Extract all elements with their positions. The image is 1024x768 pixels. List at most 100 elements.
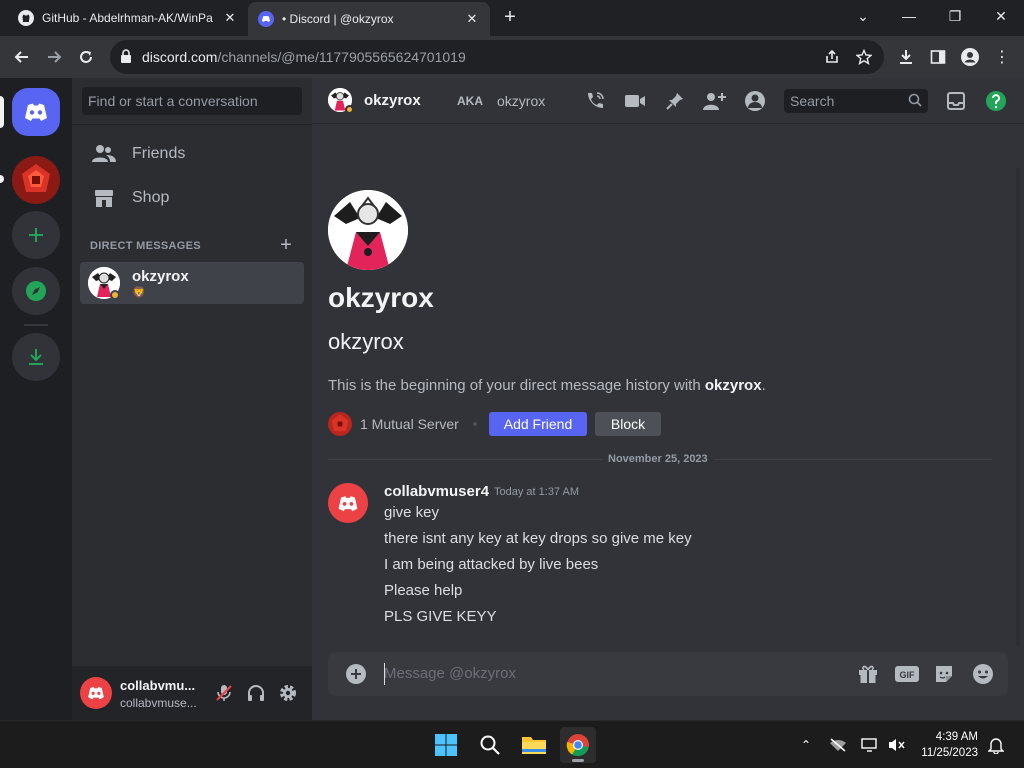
github-icon: [18, 10, 34, 26]
bookmark-star-icon[interactable]: [852, 45, 876, 69]
settings-gear-icon[interactable]: [276, 681, 300, 705]
tab-search-icon[interactable]: ⌄: [840, 0, 886, 32]
nav-friends[interactable]: Friends: [80, 133, 304, 175]
menu-kebab-icon[interactable]: ⋮: [988, 43, 1016, 71]
dm-status-emoji: 🦁: [132, 287, 146, 299]
system-clock[interactable]: 4:39 AM 11/25/2023: [916, 729, 978, 761]
pinned-messages-icon[interactable]: [663, 89, 687, 113]
download-apps-button[interactable]: [12, 333, 60, 381]
explore-servers-button[interactable]: [12, 267, 60, 315]
start-button[interactable]: [428, 727, 464, 763]
minimize-button[interactable]: —: [886, 0, 932, 32]
direct-messages-heading: DIRECT MESSAGES: [90, 240, 201, 252]
folder-icon: [522, 737, 546, 754]
close-tab-icon[interactable]: ✕: [222, 10, 238, 26]
new-tab-button[interactable]: +: [498, 6, 522, 30]
message-timestamp: Today at 1:37 AM: [494, 486, 579, 498]
compass-icon: [26, 281, 46, 301]
sticker-icon[interactable]: [932, 662, 956, 686]
tab-discord[interactable]: • Discord | @okzyrox ✕: [248, 2, 490, 36]
search-icon: [908, 93, 922, 110]
intro-text: This is the beginning of your direct mes…: [328, 377, 705, 394]
idle-status-icon: [110, 290, 120, 300]
chrome-icon: [566, 734, 589, 757]
emoji-icon[interactable]: [971, 662, 995, 686]
message-input[interactable]: Message @okzyrox: [384, 665, 516, 682]
intro-end: .: [761, 377, 766, 394]
create-dm-button[interactable]: +: [277, 235, 295, 255]
inbox-icon[interactable]: [944, 89, 968, 113]
download-icon: [29, 349, 43, 365]
search-icon: [480, 735, 500, 755]
user-profile-icon[interactable]: [743, 89, 767, 113]
video-call-icon[interactable]: [623, 89, 647, 113]
server-rail: [0, 78, 72, 720]
close-tab-icon[interactable]: ✕: [464, 11, 480, 27]
dm-name: okzyrox: [132, 268, 189, 285]
reload-button[interactable]: [72, 43, 100, 71]
home-button[interactable]: [12, 88, 60, 136]
file-explorer-button[interactable]: [516, 727, 552, 763]
back-button[interactable]: [8, 43, 36, 71]
url-text: discord.com/channels/@me/117790556562470…: [142, 49, 466, 65]
forward-button[interactable]: [40, 43, 68, 71]
address-bar[interactable]: discord.com/channels/@me/117790556562470…: [110, 40, 884, 74]
shop-icon: [92, 186, 116, 210]
restore-button[interactable]: ❐: [932, 0, 978, 32]
mute-mic-icon[interactable]: [212, 681, 236, 705]
svg-text:GIF: GIF: [900, 670, 916, 680]
show-hidden-icons-chevron[interactable]: ⌃: [796, 735, 816, 755]
mutual-servers-link[interactable]: 1 Mutual Server: [328, 412, 491, 436]
search-input[interactable]: Search: [784, 89, 928, 113]
notification-bell-icon[interactable]: [986, 735, 1006, 755]
chat-scrollbar[interactable]: [1016, 168, 1020, 646]
gift-icon[interactable]: [856, 662, 880, 686]
headphones-icon[interactable]: [244, 681, 268, 705]
gif-icon[interactable]: GIF: [894, 662, 920, 686]
upload-plus-icon[interactable]: [344, 662, 368, 686]
windows-logo-icon: [435, 734, 457, 756]
volume-muted-icon[interactable]: [886, 735, 906, 755]
lock-icon[interactable]: [120, 49, 132, 68]
side-panel-icon[interactable]: [924, 43, 952, 71]
chrome-taskbar-button[interactable]: [560, 727, 596, 763]
intro-name: okzyrox: [704, 377, 762, 394]
rail-separator: [24, 324, 48, 326]
find-conversation-input[interactable]: Find or start a conversation: [82, 87, 302, 115]
nav-label: Shop: [132, 189, 170, 206]
message-line: give key: [384, 504, 440, 521]
tab-github[interactable]: GitHub - Abdelrhman-AK/WinPa ✕: [8, 0, 248, 36]
dm-intro-text: This is the beginning of your direct mes…: [328, 377, 766, 394]
message-line: Please help: [384, 582, 463, 599]
dm-item-okzyrox[interactable]: okzyrox 🦁: [80, 262, 304, 304]
block-button[interactable]: Block: [595, 412, 661, 436]
message-author[interactable]: collabvmuser4: [384, 483, 489, 500]
aka-label: AKA: [457, 94, 483, 108]
share-icon[interactable]: [820, 45, 844, 69]
message-line: I am being attacked by live bees: [384, 556, 599, 573]
voice-call-icon[interactable]: [583, 89, 607, 113]
close-window-button[interactable]: ✕: [978, 0, 1024, 32]
server-icon[interactable]: [12, 156, 60, 204]
add-friend-button[interactable]: Add Friend: [489, 412, 587, 436]
user-avatar[interactable]: [80, 677, 112, 709]
header-name: okzyrox: [364, 92, 421, 109]
display-icon[interactable]: [860, 735, 880, 755]
add-server-button[interactable]: [12, 211, 60, 259]
search-taskbar-button[interactable]: [472, 727, 508, 763]
discord-app: Find or start a conversation Friends Sho…: [0, 78, 1024, 720]
download-icon[interactable]: [892, 43, 920, 71]
text-caret: [384, 663, 385, 685]
help-icon[interactable]: [984, 89, 1008, 113]
network-offline-icon[interactable]: [828, 735, 848, 755]
add-friends-to-dm-icon[interactable]: [703, 89, 727, 113]
profile-icon[interactable]: [956, 43, 984, 71]
windows-taskbar: ⌃ 4:39 AM 11/25/2023: [0, 720, 1024, 768]
message-line: there isnt any key at key drops so give …: [384, 530, 692, 547]
message-composer[interactable]: Message @okzyrox GIF: [328, 652, 1008, 696]
discord-icon: [258, 11, 274, 27]
message-author-avatar[interactable]: [328, 483, 368, 523]
profile-avatar-large[interactable]: [328, 190, 408, 270]
nav-shop[interactable]: Shop: [80, 177, 304, 219]
mutual-server-icon: [328, 412, 352, 436]
